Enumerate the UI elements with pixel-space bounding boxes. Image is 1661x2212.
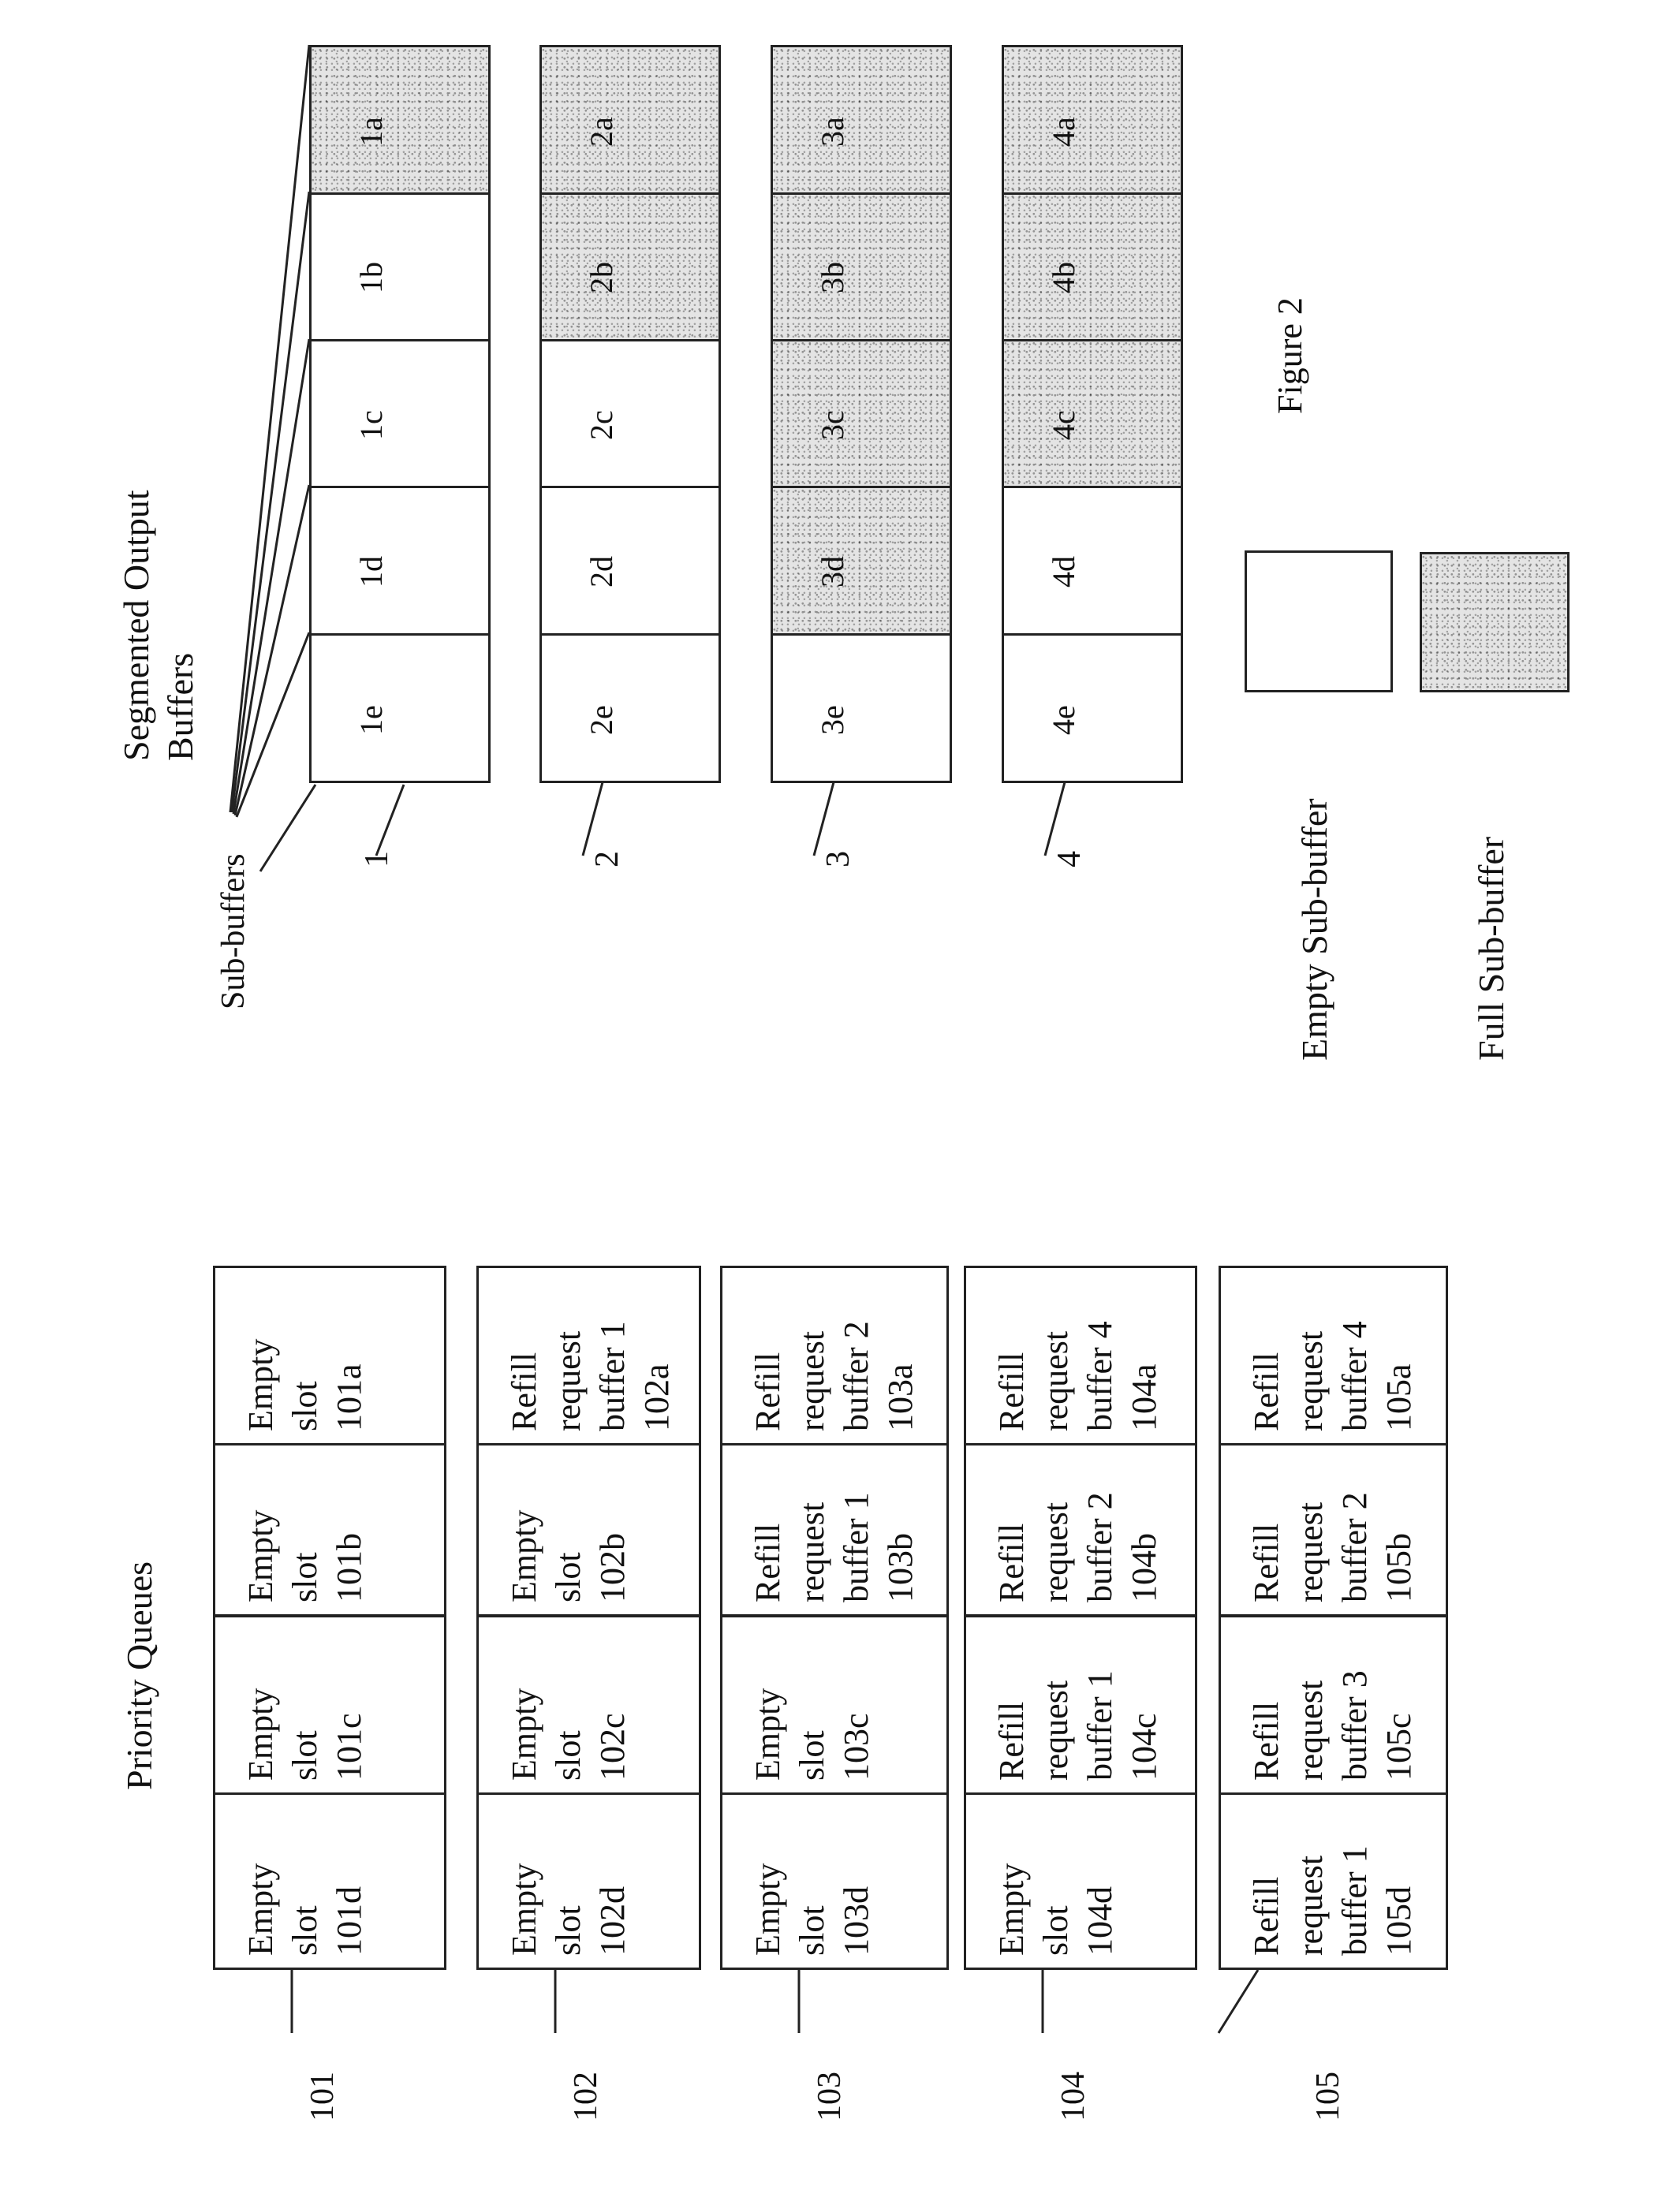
output-buffer-ref-leader [812, 781, 835, 856]
leader-lines [229, 44, 1260, 2034]
sub-buffer-leader-1b [230, 191, 311, 813]
sub-buffer-leader-row [259, 784, 317, 872]
sub-buffer-leader-1a [229, 44, 311, 813]
output-buffer-ref-leader [375, 784, 405, 856]
output-buffer-ref-leader [581, 781, 604, 856]
output-buffer-ref-leader [1043, 781, 1066, 856]
priority-queue-ref-leader [1217, 1969, 1260, 2034]
